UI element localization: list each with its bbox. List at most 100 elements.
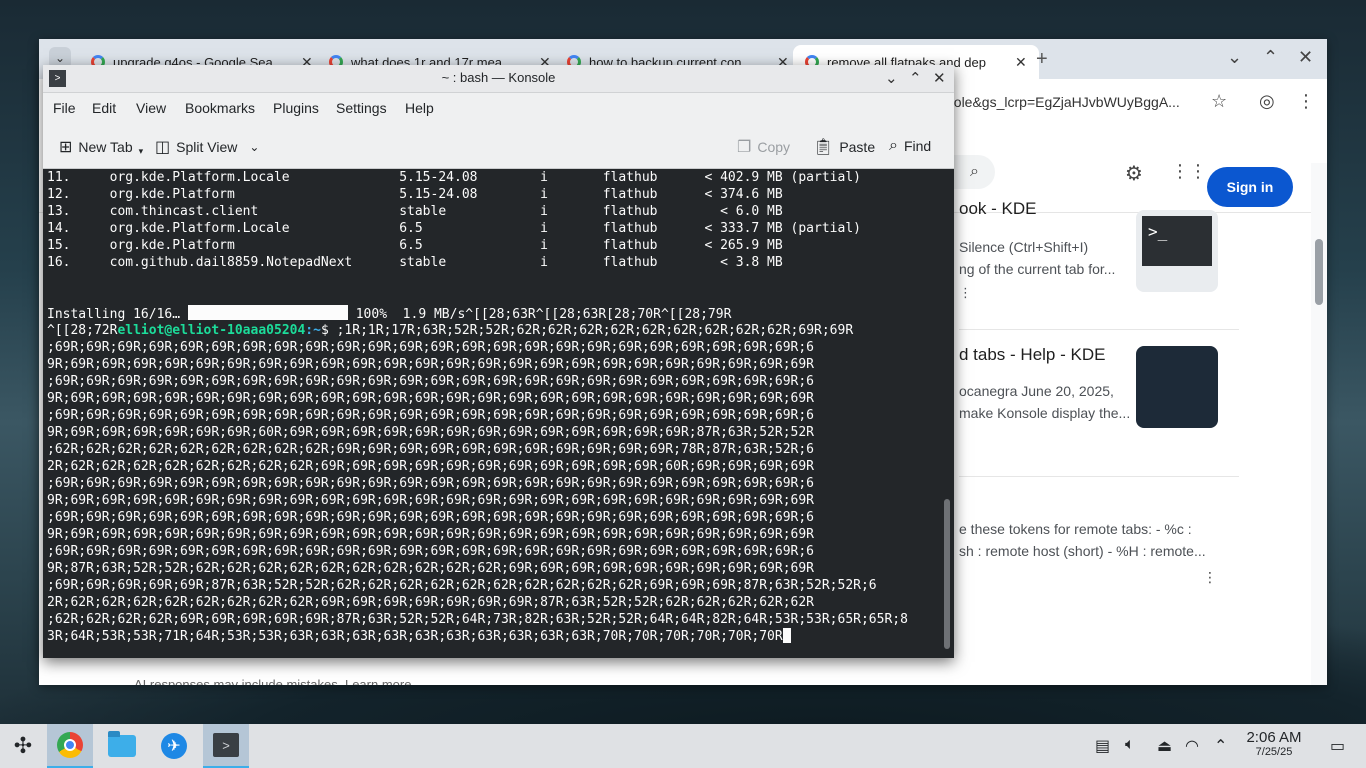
result-thumbnail[interactable]: >_ (1136, 210, 1218, 292)
chrome-icon (57, 732, 83, 758)
search-icon: ⌕ (889, 137, 898, 154)
taskbar-konsole[interactable]: > (203, 724, 249, 768)
find-button[interactable]: ⌕ Find (889, 137, 931, 155)
konsole-icon: > (213, 733, 239, 757)
konsole-window: > ~ : bash — Konsole ⌄ ⌃ ✕ File Edit Vie… (43, 65, 954, 658)
show-desktop-icon[interactable]: ▭ (1330, 736, 1345, 756)
scrollbar-thumb[interactable] (944, 499, 950, 649)
paste-label: Paste (839, 139, 876, 155)
menu-file[interactable]: File (53, 100, 76, 116)
install-progress-line: Installing 16/16… 100% 1.9 MB/s^[[28;63R… (47, 305, 941, 322)
copy-button[interactable]: ❐ Copy (737, 137, 790, 157)
menu-bookmarks[interactable]: Bookmarks (185, 100, 255, 116)
profile-icon[interactable]: ◎ (1259, 91, 1275, 112)
terminal-line: 2R;62R;62R;62R;62R;62R;62R;62R;62R;69R;6… (47, 459, 815, 474)
terminal-last-line: 3R;64R;53R;53R;71R;64R;53R;53R;63R;63R;6… (47, 628, 941, 645)
result-title[interactable]: ook - KDE (959, 199, 1273, 219)
progress-bar (187, 305, 348, 320)
volume-icon[interactable]: 🔈︎ (1125, 736, 1135, 754)
chevron-down-icon[interactable]: ⌄ (249, 140, 259, 154)
minimize-icon[interactable]: ⌄ (885, 69, 898, 87)
prompt-line: ^[[28;72Relliot@elliot-10aaa05204:~$ ;1R… (47, 322, 941, 339)
konsole-menubar: File Edit View Bookmarks Plugins Setting… (43, 93, 954, 123)
search-result[interactable]: ook - KDE Silence (Ctrl+Shift+I) ng of t… (959, 199, 1273, 301)
split-view-button[interactable]: ◫ Split View ⌄ (155, 137, 259, 157)
clock-time: 2:06 AM (1246, 729, 1302, 746)
result-snippet: make Konsole display the... (959, 405, 1131, 421)
prompt-path: :~ (305, 323, 321, 338)
taskbar-chrome[interactable] (47, 724, 93, 768)
menu-settings[interactable]: Settings (336, 100, 387, 116)
more-options-icon[interactable]: ⋮ (959, 285, 1273, 301)
terminal-line: 16. com.github.dail8859.NotepadNext stab… (47, 255, 783, 270)
copy-label: Copy (757, 139, 791, 155)
terminal-line: 9R;69R;69R;69R;69R;69R;69R;69R;69R;69R;6… (47, 527, 815, 542)
chevron-down-icon[interactable]: ▾ (139, 146, 144, 157)
clipboard-icon[interactable]: ▤ (1095, 736, 1110, 756)
terminal-line: ;69R;69R;69R;69R;69R;69R;69R;69R;69R;69R… (47, 544, 815, 559)
terminal-line: 14. org.kde.Platform.Locale 6.5 i flathu… (47, 221, 861, 236)
scrollbar-thumb[interactable] (1315, 239, 1323, 305)
prompt-user: elliot@elliot-10aaa05204 (117, 323, 306, 338)
terminal-line: 15. org.kde.Platform 6.5 i flathub < 265… (47, 238, 783, 253)
ai-disclaimer: AI responses may include mistakes. Learn… (134, 677, 412, 685)
split-view-icon: ◫ (155, 139, 171, 156)
kebab-menu-icon[interactable]: ⋮ (1297, 91, 1315, 112)
installing-status: 100% 1.9 MB/s^[[28;63R^[[28;63R[28;70R^[… (355, 307, 732, 322)
chevron-down-icon[interactable]: ⌄ (1227, 47, 1242, 68)
taskbar-discover[interactable]: ✈ (151, 724, 197, 768)
new-tab-button[interactable]: ⊞ New Tab ▾ (59, 137, 143, 157)
chevron-up-icon[interactable]: ⌃ (1214, 736, 1227, 756)
divider (959, 476, 1239, 477)
new-tab-button[interactable]: + (1036, 48, 1048, 71)
taskbar: ✣ ✈ > ▤ 🔈︎ ⏏ ◠ ⌃ 2:06 AM 7/25/25 ▭ (0, 724, 1366, 768)
konsole-toolbar: ⊞ New Tab ▾ ◫ Split View ⌄ ❐ Copy 📋︎ Pas… (43, 123, 954, 169)
result-thumbnail[interactable] (1136, 346, 1218, 428)
terminal-line: ;69R;69R;69R;69R;69R;69R;69R;69R;69R;69R… (47, 408, 815, 423)
split-view-label: Split View (176, 139, 238, 155)
more-options-icon[interactable]: ⋮ (1203, 569, 1217, 586)
paste-button[interactable]: 📋︎ Paste (813, 137, 875, 157)
usb-device-icon[interactable]: ⏏ (1157, 736, 1172, 756)
result-title[interactable]: d tabs - Help - KDE (959, 345, 1273, 365)
wifi-icon[interactable]: ◠ (1185, 736, 1199, 756)
terminal-line: 9R;69R;69R;69R;69R;69R;69R;69R;69R;69R;6… (47, 493, 815, 508)
terminal-line: ;69R;69R;69R;69R;69R;69R;69R;69R;69R;69R… (47, 374, 815, 389)
konsole-titlebar[interactable]: > ~ : bash — Konsole ⌄ ⌃ ✕ (43, 65, 954, 93)
window-title: ~ : bash — Konsole (441, 70, 556, 85)
search-result[interactable]: d tabs - Help - KDE ocanegra June 20, 20… (959, 345, 1273, 421)
application-launcher-icon[interactable]: ✣ (0, 724, 46, 768)
menu-view[interactable]: View (136, 100, 166, 116)
terminal-line: ;62R;62R;62R;62R;69R;69R;69R;69R;69R;87R… (47, 612, 908, 627)
menu-edit[interactable]: Edit (92, 100, 116, 116)
gear-icon[interactable]: ⚙ (1125, 161, 1143, 186)
terminal-scrollbar[interactable] (941, 169, 954, 658)
page-scrollbar[interactable] (1311, 163, 1327, 685)
folder-icon (108, 731, 136, 757)
clock-date: 7/25/25 (1255, 746, 1293, 758)
result-snippet: ocanegra June 20, 2025, (959, 383, 1114, 399)
new-tab-icon: ⊞ (59, 139, 73, 156)
terminal-line: 13. com.thincast.client stable i flathub… (47, 204, 783, 219)
terminal-line-text: 3R;64R;53R;53R;71R;64R;53R;53R;63R;63R;6… (47, 629, 783, 644)
menu-help[interactable]: Help (405, 100, 434, 116)
terminal-output[interactable]: 11. org.kde.Platform.Locale 5.15-24.08 i… (43, 169, 941, 658)
address-bar[interactable]: nsole&gs_lcrp=EgZjaHJvbWUyBggA... (939, 85, 1199, 119)
taskbar-file-manager[interactable] (99, 724, 145, 768)
close-tab-icon[interactable]: ✕ (1015, 54, 1027, 71)
clock[interactable]: 2:06 AM 7/25/25 (1240, 729, 1308, 758)
apps-grid-icon[interactable]: ⋮⋮ (1171, 161, 1207, 182)
terminal-line: 2R;62R;62R;62R;62R;62R;62R;62R;62R;69R;6… (47, 595, 815, 610)
installing-label: Installing 16/16… (47, 307, 181, 322)
result-snippet: e these tokens for remote tabs: - %c : (959, 521, 1192, 537)
search-result[interactable]: e these tokens for remote tabs: - %c : s… (959, 521, 1273, 559)
close-window-icon[interactable]: ✕ (1298, 47, 1313, 68)
menu-plugins[interactable]: Plugins (273, 100, 319, 116)
maximize-icon[interactable]: ⌃ (909, 69, 922, 87)
result-snippet: sh : remote host (short) - %H : remote..… (959, 543, 1206, 559)
maximize-icon[interactable]: ⌃ (1263, 47, 1278, 68)
terminal-line: 12. org.kde.Platform 5.15-24.08 i flathu… (47, 187, 783, 202)
close-icon[interactable]: ✕ (933, 69, 946, 87)
bookmark-star-icon[interactable]: ☆ (1211, 91, 1227, 112)
